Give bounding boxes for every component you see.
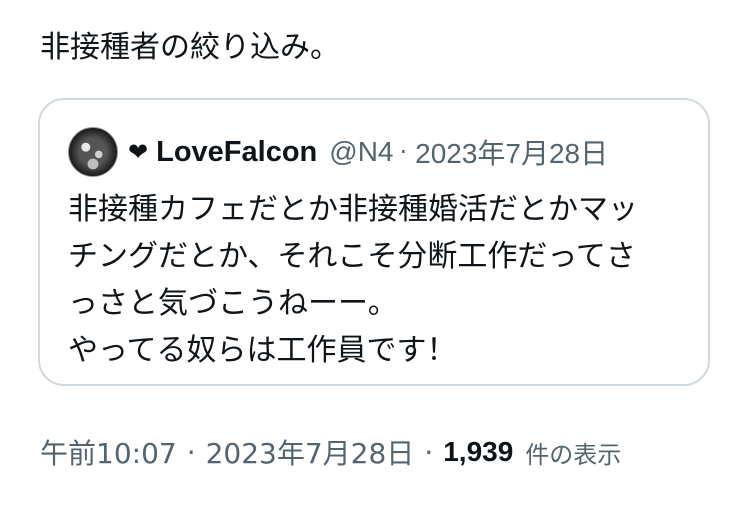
heart-icon: ❤: [128, 138, 149, 166]
quoted-display-name[interactable]: LoveFalcon: [156, 136, 317, 169]
avatar[interactable]: [68, 127, 118, 177]
separator-dot: ·: [399, 138, 408, 166]
quoted-text-line: やってる奴らは工作員です！: [68, 333, 457, 368]
tweet-meta-row: 午前10:07 · 2023年7月28日 · 1,939 件の表示: [40, 430, 621, 474]
separator-dot: ·: [186, 435, 196, 469]
view-count[interactable]: 1,939: [443, 436, 513, 468]
quoted-handle[interactable]: @N4: [329, 136, 393, 168]
quoted-tweet-header: ❤ LoveFalcon @N4 · 2023年7月28日: [68, 126, 678, 178]
quoted-tweet-card[interactable]: ❤ LoveFalcon @N4 · 2023年7月28日 非接種カフェだとか非…: [38, 98, 710, 386]
tweet-time[interactable]: 午前10:07: [40, 432, 177, 472]
quoted-tweet-text: 非接種カフェだとか非接種婚活だとかマッ チングだとか、それこそ分断工作だってさ …: [68, 186, 684, 374]
quoted-date[interactable]: 2023年7月28日: [415, 132, 608, 172]
view-count-label: 件の表示: [525, 440, 622, 469]
tweet-text: 非接種者の絞り込み。: [40, 30, 340, 65]
tweet-date[interactable]: 2023年7月28日: [206, 432, 415, 472]
separator-dot: ·: [424, 435, 434, 469]
quoted-text-line: 非接種カフェだとか非接種婚活だとかマッ: [68, 192, 638, 227]
quoted-text-line: チングだとか、それこそ分断工作だってさ: [68, 239, 636, 274]
quoted-text-line: っさと気づこうねーー。: [68, 286, 398, 321]
